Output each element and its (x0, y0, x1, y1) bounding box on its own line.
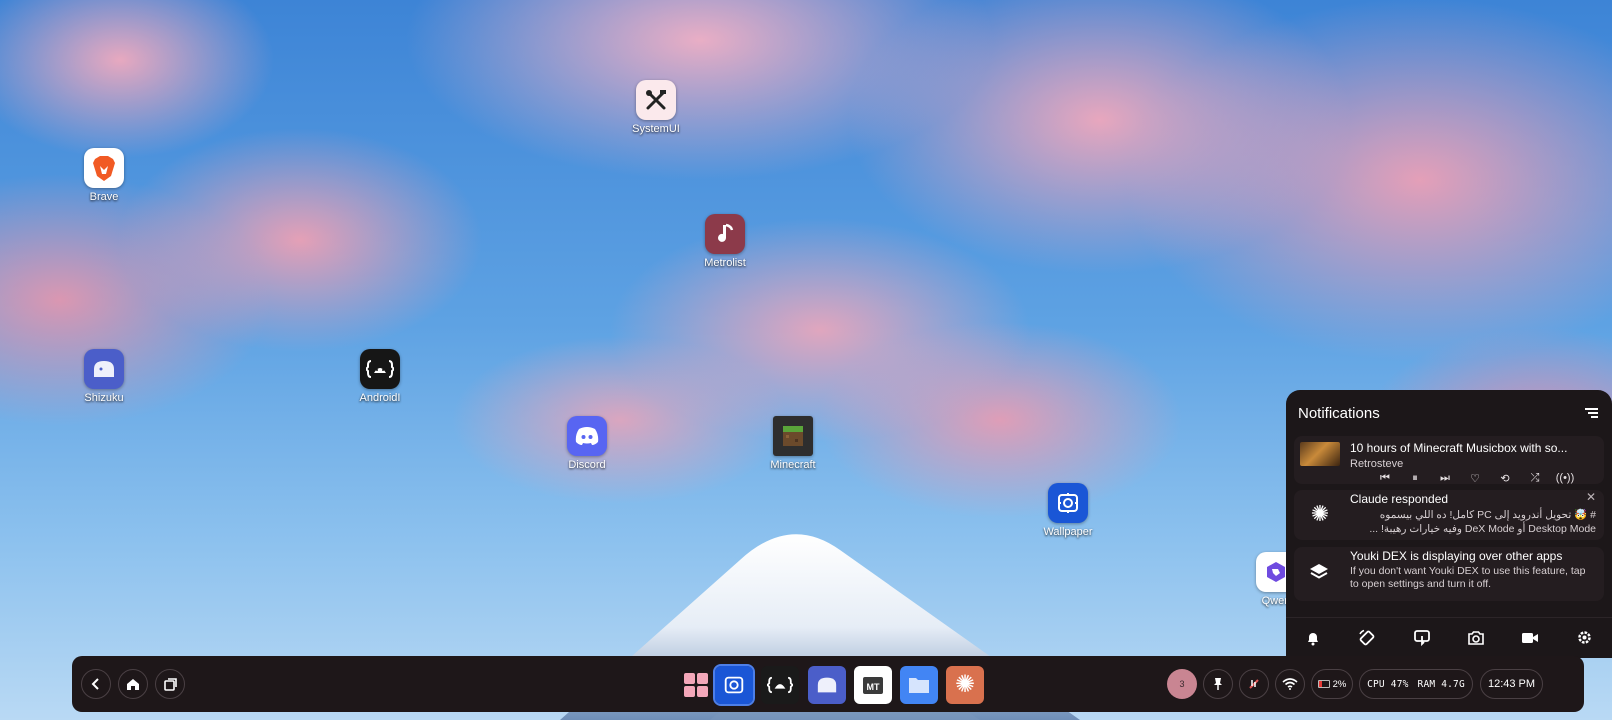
notifications-panel: Notifications 10 hours of Minecraft Musi… (1286, 390, 1612, 658)
notification-title: Claude responded (1350, 492, 1449, 506)
shuffle-icon[interactable]: ⤮ (1526, 470, 1544, 486)
media-controls: ⏮ ⏸ ⏭ ♡ ⟲ ⤮ ((•)) (1376, 470, 1574, 486)
desktop-icon-systemui[interactable]: SystemUI (621, 80, 691, 135)
claude-starburst-icon: ✺ (954, 671, 976, 698)
battery-icon (1317, 680, 1330, 688)
recents-icon[interactable] (155, 669, 185, 699)
desktop-icon-label: Brave (89, 191, 119, 203)
desktop-icon-label: AndroidI (359, 392, 401, 404)
desktop-icon-androidi[interactable]: AndroidI (345, 349, 415, 404)
media-title: 10 hours of Minecraft Musicbox with so..… (1350, 441, 1568, 455)
start-menu-icon[interactable] (677, 666, 715, 704)
ram-usage: RAM 4.7G (1417, 678, 1465, 690)
cpu-usage: CPU 47% (1367, 678, 1409, 690)
wifi-icon[interactable] (1275, 669, 1305, 699)
notifications-header: Notifications (1286, 390, 1612, 424)
next-track-icon[interactable]: ⏭ (1436, 470, 1454, 486)
repeat-icon[interactable]: ⟲ (1496, 470, 1514, 486)
dock-app-mt-manager[interactable]: MT (854, 666, 892, 704)
claude-starburst-icon: ✺ (1310, 501, 1330, 526)
svg-text:MT: MT (867, 682, 880, 692)
desktop-icon-discord[interactable]: Discord (552, 416, 622, 471)
back-icon[interactable] (81, 669, 111, 699)
camera-icon[interactable] (1461, 623, 1491, 653)
pin-icon[interactable] (1203, 669, 1233, 699)
album-art-thumbnail (1300, 442, 1340, 466)
cast-icon[interactable]: ((•)) (1556, 470, 1575, 486)
settings-icon[interactable] (1570, 623, 1600, 653)
favorite-heart-icon[interactable]: ♡ (1466, 470, 1484, 486)
brave-lion-icon (84, 148, 124, 188)
discord-icon (567, 416, 607, 456)
desktop-icon-label: Metrolist (704, 257, 746, 269)
home-icon[interactable] (118, 669, 148, 699)
notification-body: If you don't want Youki DEX to use this … (1350, 565, 1586, 590)
clock[interactable]: 12:43 PM (1480, 669, 1543, 699)
wallpaper-gear-icon (1048, 483, 1088, 523)
quick-toggles-row (1286, 617, 1612, 657)
desktop-icon-minecraft[interactable]: Minecraft (758, 416, 828, 471)
notification-line-2: Desktop Mode أو DeX Mode وفيه خيارات رهي… (1369, 523, 1596, 535)
previous-track-icon[interactable]: ⏮ (1376, 470, 1394, 486)
desktop-icon-label: Discord (568, 459, 606, 471)
rotate-icon[interactable] (1352, 623, 1382, 653)
desktop-icon-label: Minecraft (770, 459, 816, 471)
media-notification[interactable]: 10 hours of Minecraft Musicbox with so..… (1294, 436, 1604, 486)
media-artist: Retrosteve (1350, 458, 1404, 470)
dock-app-files[interactable] (900, 666, 938, 704)
system-monitor[interactable]: CPU 47% RAM 4.7G (1359, 669, 1473, 699)
desktop-icon-shizuku[interactable]: Shizuku (69, 349, 139, 404)
desktop-icon-label: SystemUI (632, 123, 680, 135)
no-touch-icon[interactable] (1239, 669, 1269, 699)
clear-all-icon[interactable] (1585, 408, 1598, 418)
android-dev-icon (360, 349, 400, 389)
dock-app-androidi[interactable] (761, 666, 799, 704)
battery-indicator[interactable]: 2% (1311, 669, 1353, 699)
taskbar: MT ✺ 3 2% CPU 47% RAM 4.7G 12:43 PM (72, 656, 1584, 712)
overlay-notification[interactable]: Youki DEX is displaying over other apps … (1294, 547, 1604, 601)
notification-line-1: # 🤯 تحويل أندرويد إلى PC كامل! ده اللي ب… (1379, 509, 1596, 521)
desktop-icon-label: Shizuku (84, 392, 124, 404)
desktop-icon-metrolist[interactable]: Metrolist (690, 214, 760, 269)
video-icon[interactable] (1515, 623, 1545, 653)
notification-count-badge[interactable]: 3 (1167, 669, 1197, 699)
notification-title: Youki DEX is displaying over other apps (1350, 549, 1563, 563)
desktop-icon-wallpaper[interactable]: Wallpaper (1033, 483, 1103, 538)
tools-icon (636, 80, 676, 120)
bell-icon[interactable] (1298, 623, 1328, 653)
dock-app-wallpaper[interactable] (713, 664, 755, 706)
dock-app-shizuku[interactable] (808, 666, 846, 704)
dock-app-claude[interactable]: ✺ (946, 666, 984, 704)
pause-icon[interactable]: ⏸ (1406, 470, 1424, 486)
dismiss-icon[interactable]: ✕ (1586, 490, 1596, 504)
music-note-icon (705, 214, 745, 254)
desktop-icon-label: Wallpaper (1043, 526, 1093, 538)
minecraft-block-icon (773, 416, 813, 456)
notifications-title: Notifications (1298, 404, 1380, 422)
claude-notification[interactable]: ✺ Claude responded ✕ # 🤯 تحويل أندرويد إ… (1294, 490, 1604, 540)
screen-touch-icon[interactable] (1407, 623, 1437, 653)
desktop-icon-brave[interactable]: Brave (69, 148, 139, 203)
battery-percent: 2% (1332, 678, 1347, 690)
shizuku-icon (84, 349, 124, 389)
layers-icon (1308, 561, 1332, 585)
